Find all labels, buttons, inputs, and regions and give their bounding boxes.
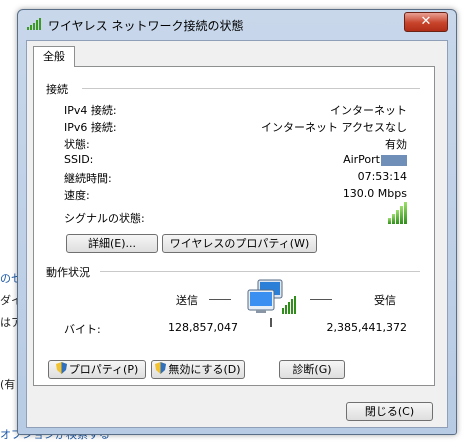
close-window-button[interactable]: ✕	[404, 12, 448, 32]
general-panel: 接続 IPv4 接続: インターネット IPv6 接続: インターネット アクセ…	[33, 66, 435, 386]
properties-button-label: プロパティ(P)	[68, 363, 139, 376]
sent-bytes-value: 128,857,047	[168, 321, 238, 334]
network-computers-icon	[244, 278, 300, 328]
duration-label: 継続時間:	[64, 172, 112, 185]
ipv4-value: インターネット	[330, 104, 407, 117]
ipv4-label: IPv4 接続:	[64, 104, 117, 117]
signal-strength-icon	[388, 202, 407, 224]
disable-button[interactable]: 無効にする(D)	[151, 360, 245, 379]
disable-button-label: 無効にする(D)	[168, 363, 241, 376]
status-dialog: ワイヤレス ネットワーク接続の状態 ✕ 全般 接続 IPv4 接続: インターネ…	[17, 9, 457, 435]
sent-label: 送信	[176, 294, 198, 307]
sent-line	[209, 299, 231, 300]
signal-label: シグナルの状態:	[64, 212, 145, 225]
close-button[interactable]: 閉じる(C)	[346, 402, 433, 421]
uac-shield-icon	[55, 361, 67, 379]
background-text: (有	[0, 378, 16, 391]
tab-general[interactable]: 全般	[33, 46, 75, 67]
properties-button[interactable]: プロパティ(P)	[48, 360, 146, 379]
received-bytes-value: 2,385,441,372	[326, 321, 407, 334]
ssid-text: AirPort	[343, 153, 380, 166]
state-value: 有効	[385, 138, 407, 151]
speed-value: 130.0 Mbps	[342, 187, 407, 200]
window-title: ワイヤレス ネットワーク接続の状態	[48, 19, 244, 33]
ssid-value: AirPort	[343, 153, 407, 166]
title-bar[interactable]: ワイヤレス ネットワーク接続の状態 ✕	[18, 10, 456, 40]
details-button[interactable]: 詳細(E)...	[66, 234, 158, 253]
section-divider	[100, 271, 420, 272]
received-label: 受信	[374, 294, 396, 307]
received-line	[310, 299, 332, 300]
activity-section-title: 動作状況	[46, 266, 90, 279]
duration-value: 07:53:14	[357, 170, 407, 183]
dialog-body: 全般 接続 IPv4 接続: インターネット IPv6 接続: インターネット …	[26, 40, 448, 428]
redacted-block	[381, 154, 407, 166]
ipv6-label: IPv6 接続:	[64, 121, 117, 134]
state-label: 状態:	[64, 138, 90, 151]
ssid-label: SSID:	[64, 153, 94, 166]
uac-shield-icon	[155, 361, 167, 379]
wireless-signal-icon	[26, 17, 42, 31]
wireless-properties-button[interactable]: ワイヤレスのプロパティ(W)	[162, 234, 317, 253]
section-divider	[82, 88, 420, 89]
diagnose-button[interactable]: 診断(G)	[279, 360, 345, 379]
bytes-label: バイト:	[64, 323, 101, 336]
connection-section-title: 接続	[46, 83, 68, 96]
speed-label: 速度:	[64, 189, 90, 202]
ipv6-value: インターネット アクセスなし	[261, 121, 407, 134]
